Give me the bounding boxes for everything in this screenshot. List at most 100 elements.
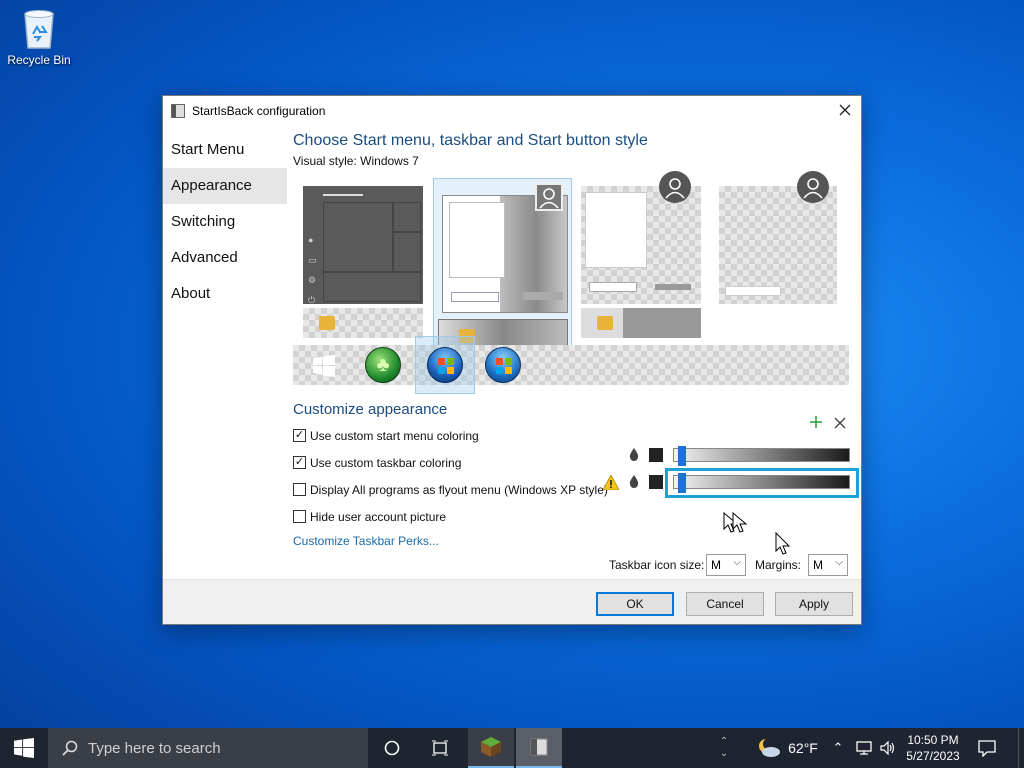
chevron-down-icon: ⌵ — [733, 557, 741, 568]
speaker-icon — [880, 740, 895, 756]
windows-7-orb-icon — [427, 347, 463, 383]
windows-logo-icon — [14, 738, 34, 758]
start-menu-style-previews: ● ▭ ⚙ ⏻ — [293, 171, 851, 353]
margins-select[interactable]: M ⌵ — [808, 554, 848, 576]
nav-item-switching[interactable]: Switching — [163, 204, 287, 240]
dialog-footer: OK Cancel Apply — [163, 579, 861, 624]
start-button-clover[interactable]: ♣ — [365, 347, 401, 383]
margins-label: Margins: — [755, 558, 802, 572]
taskbar: Type here to search ⌃ ⌄ 62°F ⌃ 10:50 PM 5… — [0, 728, 1024, 768]
show-hidden-icons-button[interactable]: ⌃ — [828, 728, 848, 768]
taskbar-app-minecraft[interactable] — [468, 728, 514, 768]
visual-style-label: Visual style: — [293, 154, 357, 168]
start-menu-color-swatch[interactable] — [649, 448, 663, 462]
remove-style-button[interactable] — [834, 416, 846, 434]
windows-logo-icon — [313, 355, 335, 377]
customize-taskbar-perks-link[interactable]: Customize Taskbar Perks... — [293, 534, 851, 548]
weather-widget[interactable]: 62°F — [752, 728, 822, 768]
clover-icon: ♣ — [376, 354, 390, 376]
close-icon — [834, 417, 846, 429]
search-icon — [62, 740, 78, 756]
show-desktop-button[interactable] — [1018, 728, 1024, 768]
win10-menu-preview: ● ▭ ⚙ ⏻ — [303, 186, 423, 305]
option-hide-user-picture[interactable]: Hide user account picture — [293, 503, 851, 530]
close-icon — [839, 104, 851, 116]
option-label: Use custom taskbar coloring — [310, 455, 462, 470]
option-label: Use custom start menu coloring — [310, 428, 479, 443]
user-picture-icon — [797, 171, 829, 203]
taskbar-color-swatch[interactable] — [649, 475, 663, 489]
cursor-arrow-icon — [723, 512, 748, 533]
task-view-button[interactable] — [420, 728, 460, 768]
nav-item-advanced[interactable]: Advanced — [163, 240, 287, 276]
folder-icon — [597, 316, 613, 330]
weather-moon-cloud-icon — [759, 738, 781, 757]
checkbox-unchecked[interactable] — [293, 510, 306, 523]
start-button[interactable] — [0, 728, 48, 768]
option-label: Hide user account picture — [310, 509, 447, 524]
close-button[interactable] — [829, 96, 861, 124]
clock-date: 5/27/2023 — [906, 749, 960, 763]
slider-thumb[interactable] — [678, 473, 686, 493]
slider-thumb[interactable] — [678, 446, 686, 466]
nav-item-start-menu[interactable]: Start Menu — [163, 132, 287, 168]
checkbox-unchecked[interactable] — [293, 483, 306, 496]
taskbar-icon-size-select[interactable]: M ⌵ — [706, 554, 746, 576]
settings-sidebar: Start Menu Appearance Switching Advanced… — [163, 132, 287, 312]
taskbar-app-startisback[interactable] — [516, 728, 562, 768]
notifications-button[interactable] — [970, 728, 1004, 768]
cortana-circle-icon — [384, 740, 400, 756]
cortana-button[interactable] — [372, 728, 412, 768]
start-button-windows-7-selected[interactable] — [415, 336, 475, 394]
user-picture-icon — [535, 183, 563, 211]
recycle-bin-desktop-icon[interactable]: Recycle Bin — [6, 6, 72, 67]
transparency-drop-icon — [629, 448, 639, 461]
checkbox-checked[interactable]: ✓ — [293, 429, 306, 442]
style-option-windows-10[interactable]: ● ▭ ⚙ ⏻ — [303, 186, 423, 338]
recycle-bin-label: Recycle Bin — [7, 53, 71, 67]
user-picture-icon — [659, 171, 691, 203]
chevron-up-icon: ⌃ — [832, 740, 844, 755]
clock-time: 10:50 PM — [907, 733, 959, 747]
style-option-plain[interactable] — [719, 171, 839, 306]
nav-item-about[interactable]: About — [163, 276, 287, 312]
style-option-windows-8[interactable] — [581, 171, 701, 338]
window-title: StartIsBack configuration — [192, 104, 326, 118]
taskbar-color-slider[interactable] — [673, 473, 850, 493]
folder-icon — [319, 316, 335, 330]
apply-button[interactable]: Apply — [775, 592, 853, 616]
win10-side-icons: ● ▭ ⚙ ⏻ — [308, 235, 317, 305]
start-button-windows-flat[interactable] — [313, 355, 335, 382]
cancel-button[interactable]: Cancel — [686, 592, 764, 616]
add-style-button[interactable] — [809, 415, 823, 434]
taskbar-icon-size-value: M — [711, 558, 721, 572]
windows-flag-icon — [496, 358, 512, 374]
start-menu-color-slider[interactable] — [673, 446, 850, 466]
network-icon — [856, 741, 872, 755]
start-button-vista-orb[interactable] — [485, 347, 521, 383]
startisback-config-window: StartIsBack configuration Start Menu App… — [162, 95, 862, 625]
cursor-arrow-icon — [775, 532, 791, 555]
network-tray-button[interactable] — [852, 728, 876, 768]
customize-heading: Customize appearance — [293, 401, 448, 418]
nav-item-appearance[interactable]: Appearance — [163, 168, 287, 204]
win8-taskbar-preview — [581, 308, 701, 338]
taskbar-search-box[interactable]: Type here to search — [48, 728, 368, 768]
plus-icon — [810, 416, 822, 428]
volume-tray-button[interactable] — [876, 728, 900, 768]
style-option-windows-7[interactable] — [433, 178, 572, 353]
taskbar-scroll-handle[interactable]: ⌃ ⌄ — [716, 728, 732, 768]
title-bar[interactable]: StartIsBack configuration — [163, 96, 861, 126]
search-placeholder: Type here to search — [88, 739, 221, 757]
style-heading: Choose Start menu, taskbar and Start but… — [293, 132, 648, 149]
checkbox-checked[interactable]: ✓ — [293, 456, 306, 469]
clock[interactable]: 10:50 PM 5/27/2023 — [900, 728, 966, 768]
visual-style-row: Visual style: Windows 7 — [293, 154, 851, 168]
option-custom-start-menu-coloring[interactable]: ✓ Use custom start menu coloring — [293, 422, 851, 449]
taskbar-icon-size-label: Taskbar icon size: — [609, 558, 705, 572]
transparency-drop-icon — [629, 475, 639, 488]
warning-icon — [603, 475, 619, 490]
visual-style-value: Windows 7 — [360, 154, 419, 168]
ok-button[interactable]: OK — [596, 592, 674, 616]
recycle-bin-icon — [19, 6, 59, 50]
